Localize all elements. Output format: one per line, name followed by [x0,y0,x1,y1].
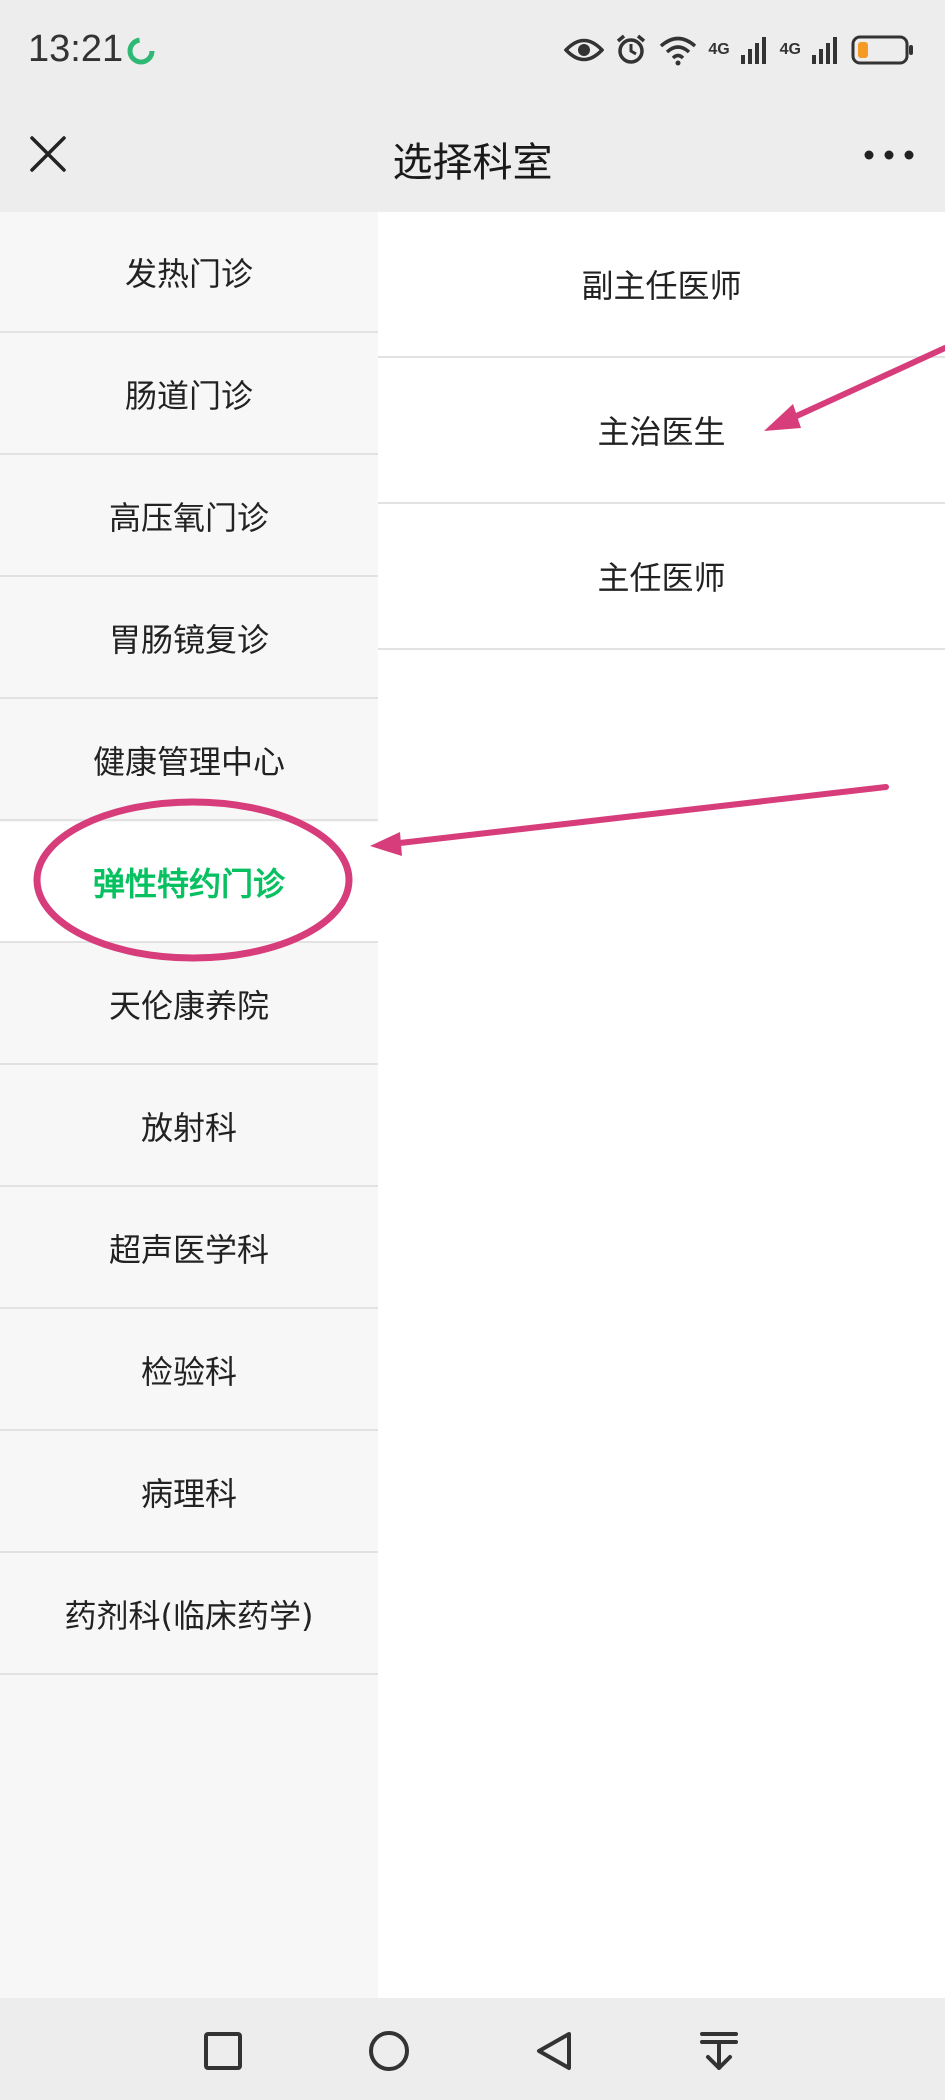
department-item[interactable]: 药剂科(临床药学) [0,1554,378,1675]
page-title: 选择科室 [392,140,553,186]
doctor-level-label: 主治医生 [597,413,726,451]
signal-icon-1 [740,37,766,64]
department-label: 放射科 [140,1108,237,1147]
department-label: 肠道门诊 [124,376,253,415]
department-item[interactable]: 健康管理中心 [0,700,378,821]
department-item[interactable]: 肠道门诊 [0,334,378,455]
content-area: 发热门诊 肠道门诊 高压氧门诊 胃肠镜复诊 健康管理中心 弹性特约门诊 天伦康养… [0,212,945,1998]
department-item[interactable]: 检验科 [0,1310,378,1431]
department-label: 弹性特约门诊 [92,864,285,903]
wifi-icon [660,36,697,66]
department-label: 药剂科(临床药学) [64,1596,314,1635]
network-label-2: 4G [779,41,801,58]
department-label: 发热门诊 [124,254,253,293]
department-label: 健康管理中心 [92,742,285,781]
doctor-level-list: 副主任医师 主治医生 主任医师 [378,212,945,1998]
system-nav-bar [0,1998,945,2100]
status-icons: 4G 4G [564,26,915,74]
alarm-icon [617,34,646,64]
department-item[interactable]: 放射科 [0,1066,378,1187]
back-triangle-icon[interactable] [529,2026,579,2076]
department-label: 胃肠镜复诊 [108,620,269,659]
circle-icon[interactable] [364,2026,414,2076]
department-item[interactable]: 高压氧门诊 [0,456,378,577]
doctor-level-item[interactable]: 主任医师 [378,504,945,650]
app-notification-icon [127,37,155,65]
department-label: 检验科 [140,1352,237,1391]
department-item[interactable]: 超声医学科 [0,1188,378,1309]
battery-icon [851,35,913,65]
eye-icon [564,38,605,62]
download-icon[interactable] [694,2026,744,2076]
department-list: 发热门诊 肠道门诊 高压氧门诊 胃肠镜复诊 健康管理中心 弹性特约门诊 天伦康养… [0,212,378,1998]
department-label: 天伦康养院 [108,986,269,1025]
network-label-1: 4G [708,41,730,58]
nav-bar: 选择科室 [0,100,945,212]
signal-icon-2 [812,37,837,64]
square-icon[interactable] [198,2026,248,2076]
department-label: 超声医学科 [108,1230,269,1269]
status-bar: 13:21 4G 4G [0,0,945,100]
department-item-selected[interactable]: 弹性特约门诊 [0,822,378,943]
status-time: 13:21 [28,28,124,70]
doctor-level-item[interactable]: 副主任医师 [378,212,945,358]
more-icon[interactable] [859,140,919,170]
department-label: 病理科 [140,1474,237,1513]
department-item[interactable]: 胃肠镜复诊 [0,578,378,699]
department-item[interactable]: 天伦康养院 [0,944,378,1065]
doctor-level-label: 主任医师 [597,559,726,597]
doctor-level-label: 副主任医师 [581,267,742,305]
department-label: 高压氧门诊 [108,498,269,537]
department-item[interactable]: 发热门诊 [0,212,378,333]
department-item[interactable]: 病理科 [0,1432,378,1553]
doctor-level-item[interactable]: 主治医生 [378,358,945,504]
